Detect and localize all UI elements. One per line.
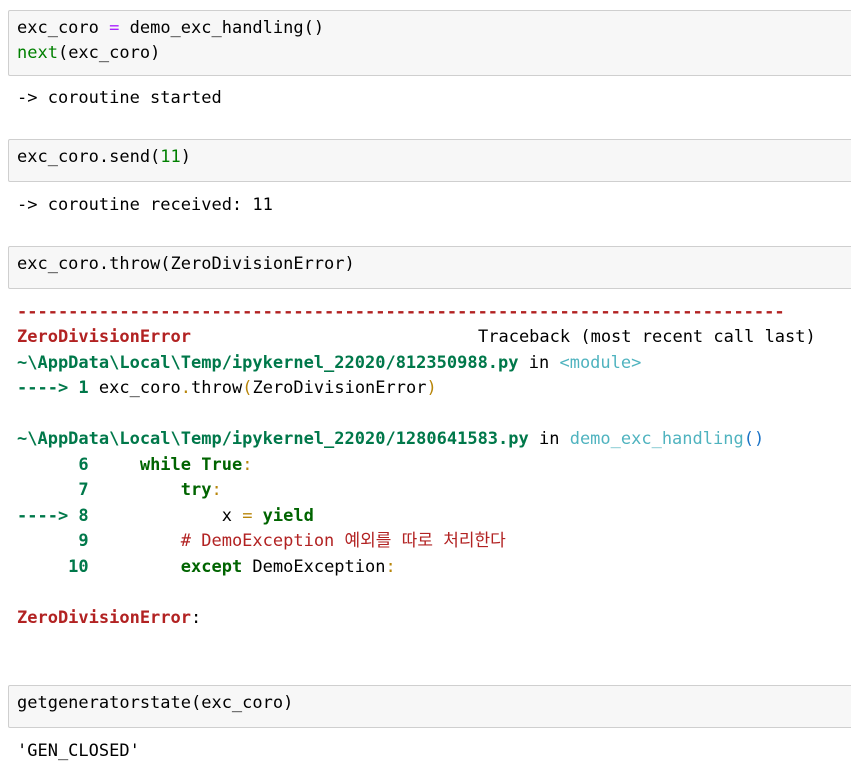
code-line: exc_coro.throw(ZeroDivisionError) [17,254,355,274]
traceback-line-7: 7 try: [17,478,222,503]
cell-2-output: -> coroutine received: 11 [17,195,273,215]
operator: = [242,506,253,526]
code-text: throw [191,378,243,398]
frame-path: ~\AppData\Local\Temp/ipykernel_22020/812… [17,353,519,373]
code-line: getgeneratorstate(exc_coro) [17,693,294,713]
line-arrow: ----> 1 [17,378,99,398]
traceback-line-10: 10 except DemoException: [17,555,396,580]
code-text: ) [180,147,192,167]
code-line: exc_coro = demo_exc_handling() [17,16,851,41]
code-text: DemoException [242,557,386,577]
code-comment: # DemoException 예외를 따로 처리한다 [98,531,506,551]
number-literal: 11 [160,147,181,167]
traceback-label: Traceback (most recent call last) [478,327,816,347]
cell-4-output: 'GEN_CLOSED' [17,741,140,761]
traceback-line-6: 6 while True: [17,453,252,478]
traceback-header: ZeroDivisionError [17,325,191,350]
code-cell-4-input[interactable]: getgeneratorstate(exc_coro) [8,685,851,728]
frame-parens: () [743,429,765,449]
traceback-frame-2: ~\AppData\Local\Temp/ipykernel_22020/128… [17,427,764,452]
traceback-frame-1-line: ----> 1 exc_coro.throw(ZeroDivisionError… [17,376,437,401]
code-text: ZeroDivisionError [252,378,427,398]
code-paren: ) [426,378,437,398]
code-cell-1-input[interactable]: exc_coro = demo_exc_handling() next(exc_… [8,10,851,76]
frame-function: demo_exc_handling [569,429,744,449]
code-colon: : [211,480,222,500]
keyword: while True [98,455,243,475]
code-text: (exc_coro) [57,43,161,63]
traceback-final-error: ZeroDivisionError: [17,606,201,631]
code-text: exc_coro [17,18,110,38]
line-number: 7 [17,480,99,500]
code-cell-3-input[interactable]: exc_coro.throw(ZeroDivisionError) [8,246,851,289]
line-number: 10 [17,557,99,577]
line-number: 9 [17,531,99,551]
traceback-line-8: ----> 8 x = yield [17,504,314,529]
code-cell-2-input[interactable]: exc_coro.send(11) [8,139,851,182]
code-line: next(exc_coro) [17,41,851,66]
cell-1-output: -> coroutine started [17,88,222,108]
code-dot: . [180,378,192,398]
code-colon: : [242,455,253,475]
builtin-keyword: next [17,43,58,63]
code-colon: : [191,608,202,628]
keyword: except [98,557,243,577]
traceback-line-9: 9 # DemoException 예외를 따로 처리한다 [17,529,506,554]
frame-path: ~\AppData\Local\Temp/ipykernel_22020/128… [17,429,529,449]
traceback-separator: ----------------------------------------… [17,302,785,322]
code-colon: : [385,557,396,577]
keyword: try [98,480,212,500]
code-paren: ( [242,378,253,398]
code-text: demo_exc_handling() [119,18,325,38]
frame-in: in [528,429,570,449]
traceback-frame-1: ~\AppData\Local\Temp/ipykernel_22020/812… [17,351,641,376]
line-arrow: ----> 8 [17,506,99,526]
keyword: yield [252,506,314,526]
frame-in: in [518,353,560,373]
code-text: x [98,506,243,526]
code-text: exc_coro.send( [17,147,161,167]
line-number: 6 [17,455,99,475]
code-line: exc_coro.send(11) [17,145,851,170]
error-name: ZeroDivisionError [17,327,191,347]
code-text: exc_coro [98,378,181,398]
error-name: ZeroDivisionError [17,608,191,628]
operator: = [109,18,120,38]
frame-function: <module> [559,353,642,373]
